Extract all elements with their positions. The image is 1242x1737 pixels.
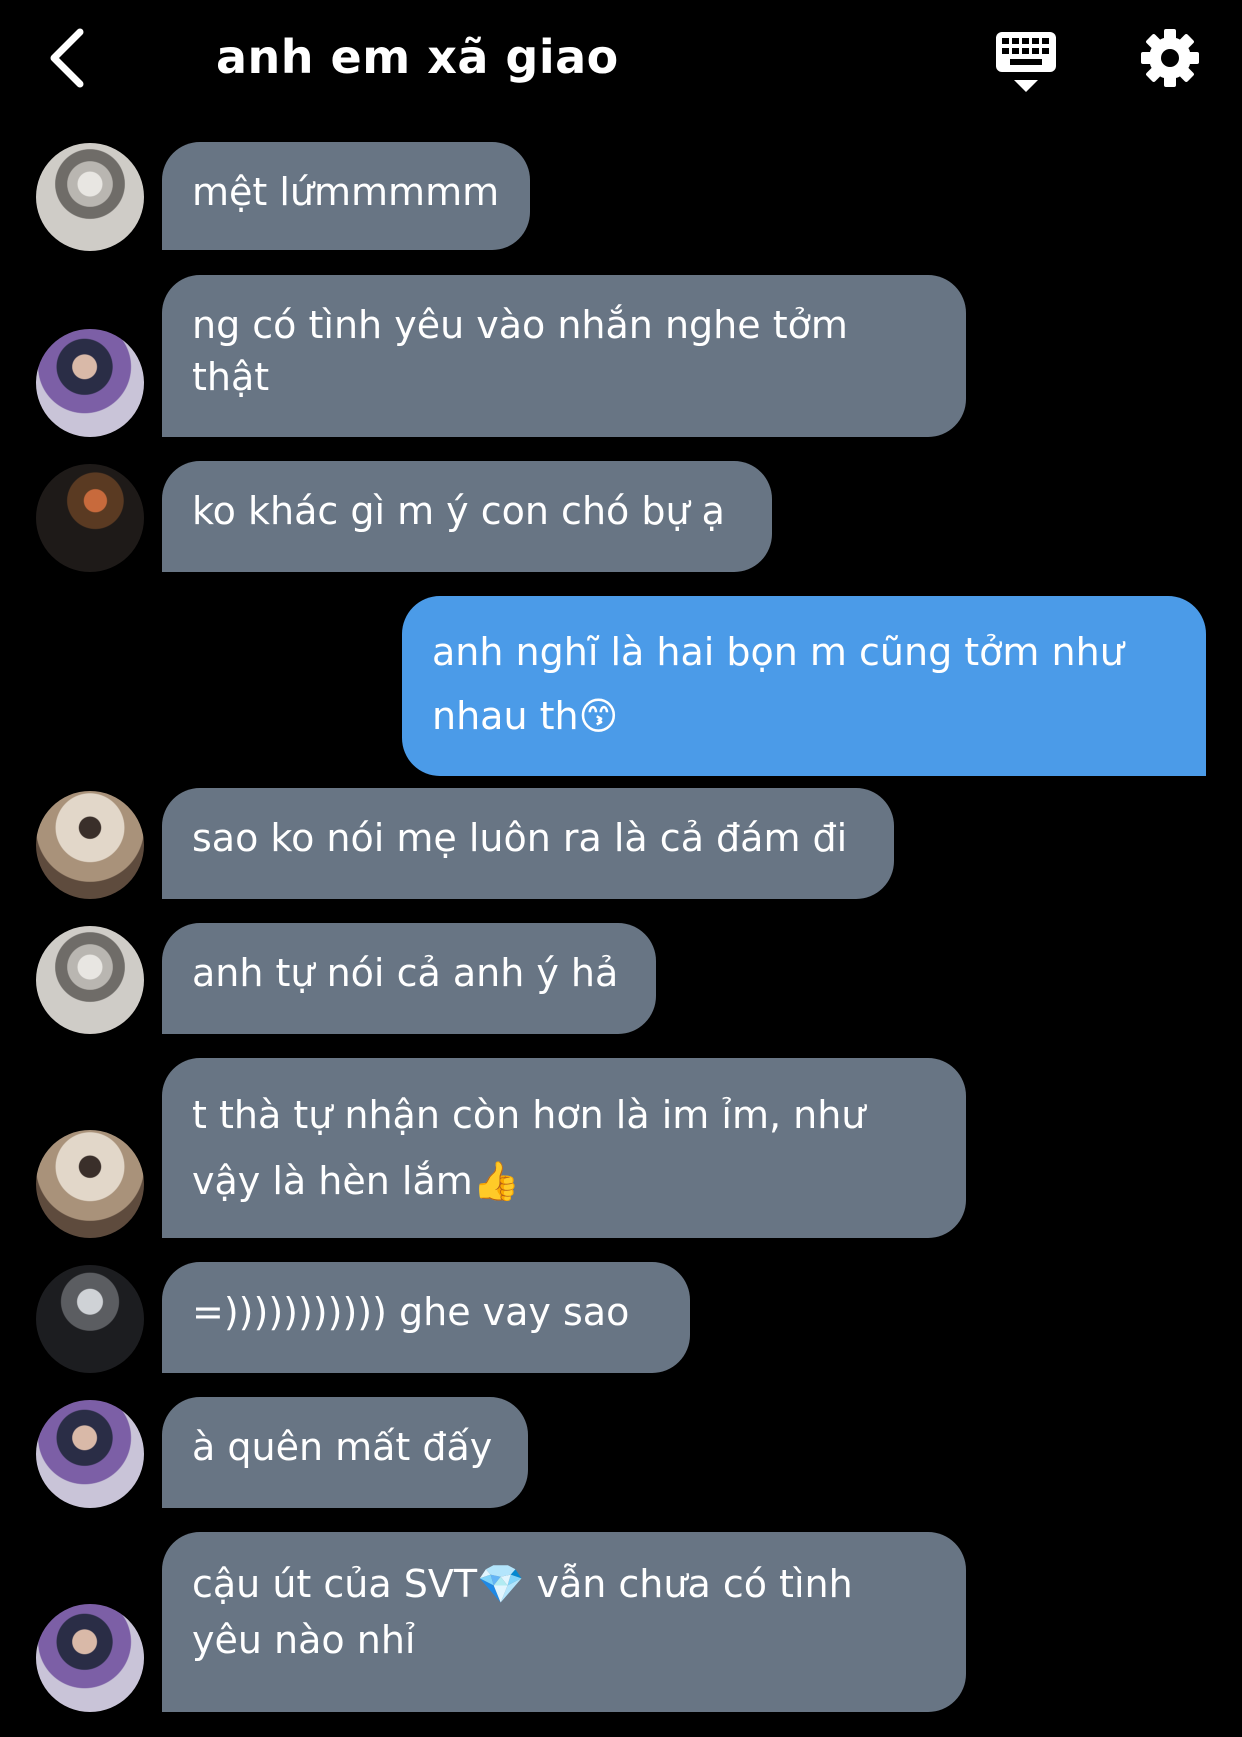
message-bubble[interactable]: mệt lứmmmmm xyxy=(162,142,530,250)
message-bubble[interactable]: sao ko nói mẹ luôn ra là cả đám đi xyxy=(162,788,894,899)
avatar[interactable] xyxy=(36,329,144,437)
message-bubble[interactable]: cậu út của SVT💎 vẫn chưa có tình yêu nào… xyxy=(162,1532,966,1712)
gear-icon xyxy=(1141,29,1199,87)
avatar[interactable] xyxy=(36,926,144,1034)
message-bubble[interactable]: t thà tự nhận còn hơn là im ỉm, như vậy … xyxy=(162,1058,966,1238)
avatar[interactable] xyxy=(36,1400,144,1508)
chevron-left-icon xyxy=(50,28,84,88)
avatar[interactable] xyxy=(36,1265,144,1373)
message-bubble[interactable]: anh tự nói cả anh ý hả xyxy=(162,923,656,1034)
message-bubble[interactable]: à quên mất đấy xyxy=(162,1397,528,1508)
back-button[interactable] xyxy=(44,26,92,90)
keyboard-button[interactable] xyxy=(994,30,1058,94)
avatar[interactable] xyxy=(36,143,144,251)
chat-header: anh em xã giao xyxy=(0,0,1242,125)
avatar[interactable] xyxy=(36,1130,144,1238)
avatar[interactable] xyxy=(36,464,144,572)
message-bubble[interactable]: ko khác gì m ý con chó bự ạ xyxy=(162,461,772,572)
message-bubble[interactable]: =))))))))))) ghe vay sao xyxy=(162,1262,690,1373)
message-bubble-outgoing[interactable]: anh nghĩ là hai bọn m cũng tởm như nhau … xyxy=(402,596,1206,776)
avatar[interactable] xyxy=(36,791,144,899)
avatar[interactable] xyxy=(36,1604,144,1712)
message-bubble[interactable]: ng có tình yêu vào nhắn nghe tởm thật xyxy=(162,275,966,437)
settings-button[interactable] xyxy=(1140,28,1200,88)
keyboard-icon xyxy=(996,32,1056,92)
chat-title: anh em xã giao xyxy=(216,30,619,84)
